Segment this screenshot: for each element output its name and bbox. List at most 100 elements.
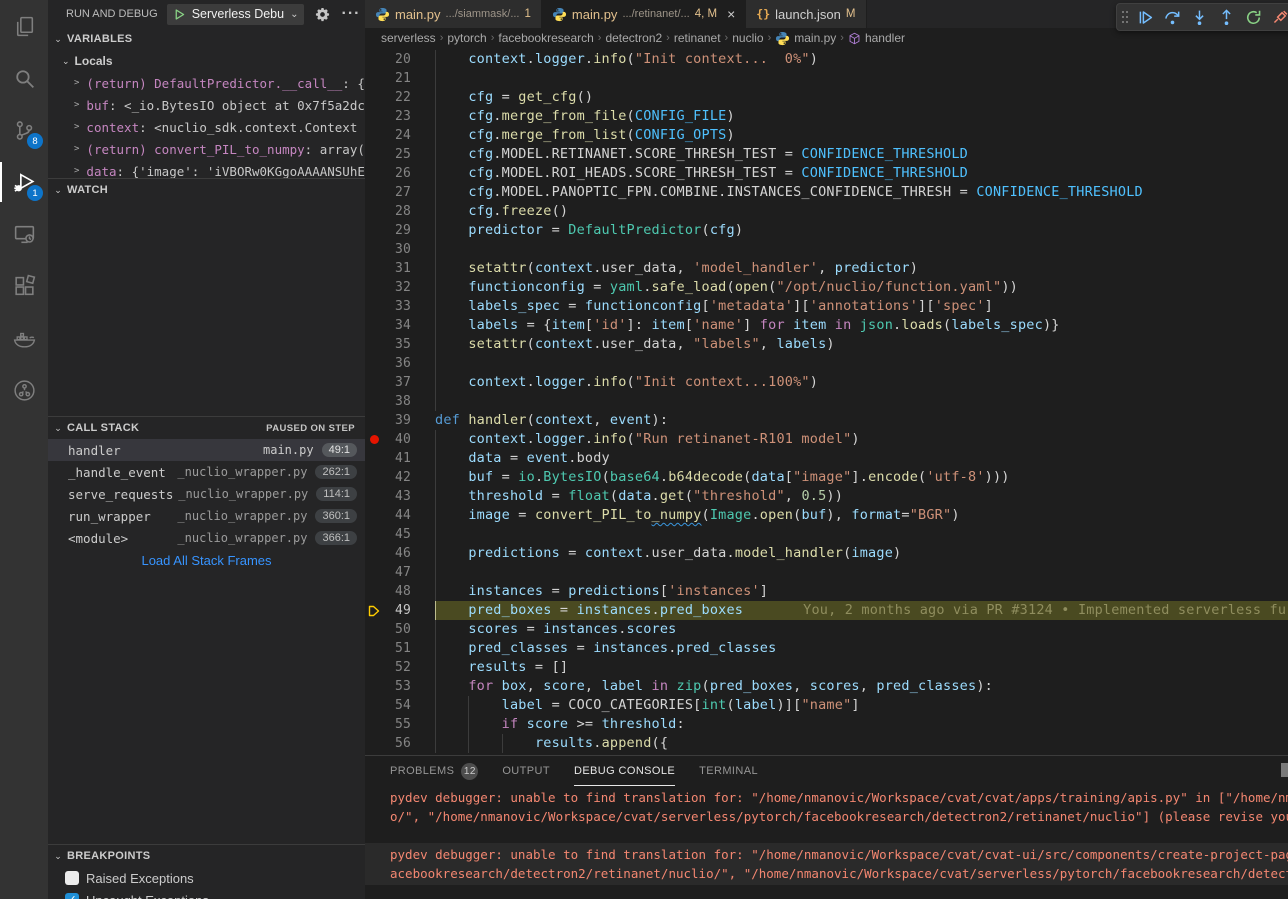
code-text[interactable] (435, 69, 1288, 88)
breakpoint-gutter[interactable] (365, 202, 385, 221)
panel-tab-debug-console[interactable]: DEBUG CONSOLE (574, 756, 675, 786)
code-text[interactable]: threshold = float(data.get("threshold", … (435, 487, 1288, 506)
checkbox[interactable]: ✓ (65, 893, 79, 899)
debug-config-dropdown[interactable]: Serverless Debu ⌄ (167, 4, 305, 25)
code-text[interactable]: pred_classes = instances.pred_classes (435, 639, 1288, 658)
breadcrumb-item[interactable]: retinanet (674, 31, 721, 45)
code-text[interactable]: data = event.body (435, 449, 1288, 468)
code-text[interactable] (435, 563, 1288, 582)
breakpoint-gutter[interactable] (365, 411, 385, 430)
breakpoint-gutter[interactable] (365, 278, 385, 297)
breakpoint-gutter[interactable] (365, 50, 385, 69)
code-text[interactable]: cfg.MODEL.PANOPTIC_FPN.COMBINE.INSTANCES… (435, 183, 1288, 202)
breadcrumb-item[interactable]: serverless (381, 31, 436, 45)
code-text[interactable]: image = convert_PIL_to_numpy(Image.open(… (435, 506, 1288, 525)
breakpoint-icon[interactable] (370, 435, 379, 444)
breakpoint-gutter[interactable] (365, 240, 385, 259)
console-message[interactable]: pydev debugger: unable to find translati… (365, 843, 1288, 885)
code-text[interactable]: if score >= threshold: (435, 715, 1288, 734)
breakpoints-pane-header[interactable]: ⌄ BREAKPOINTS (48, 845, 365, 867)
activity-item-extensions[interactable] (0, 260, 48, 312)
code-text[interactable]: cfg.MODEL.RETINANET.SCORE_THRESH_TEST = … (435, 145, 1288, 164)
code-text[interactable]: instances = predictions['instances'] (435, 582, 1288, 601)
code-text[interactable]: labels = {item['id']: item['name'] for i… (435, 316, 1288, 335)
continue-button[interactable] (1132, 5, 1159, 29)
variable-row[interactable]: > data: {'image': 'iVBORw0KGgoAAAANSUhE… (48, 160, 365, 178)
variable-row[interactable]: > buf: <_io.BytesIO object at 0x7f5a2dc1… (48, 94, 365, 116)
breakpoint-gutter[interactable] (365, 335, 385, 354)
load-all-stack-frames-link[interactable]: Load All Stack Frames (48, 549, 365, 571)
activity-item-search[interactable] (0, 52, 48, 104)
checkbox[interactable] (65, 871, 79, 885)
breadcrumb-item[interactable]: facebookresearch (498, 31, 593, 45)
code-text[interactable]: cfg.merge_from_list(CONFIG_OPTS) (435, 126, 1288, 145)
code-text[interactable]: setattr(context.user_data, 'model_handle… (435, 259, 1288, 278)
code-text[interactable]: cfg = get_cfg() (435, 88, 1288, 107)
variables-pane-header[interactable]: ⌄ VARIABLES (48, 28, 365, 50)
breakpoint-gutter[interactable] (365, 563, 385, 582)
activity-item-explorer[interactable] (0, 0, 48, 52)
variables-scope-locals[interactable]: ⌄ Locals (48, 50, 365, 72)
panel-tab-problems[interactable]: PROBLEMS 12 (390, 756, 478, 786)
console-message[interactable]: pydev debugger: unable to find translati… (365, 786, 1288, 828)
panel-tab-terminal[interactable]: TERMINAL (699, 756, 758, 786)
code-text[interactable]: context.logger.info("Init context... 0%"… (435, 50, 1288, 69)
stack-frame-row[interactable]: run_wrapper _nuclio_wrapper.py 360:1 (48, 505, 365, 527)
breakpoint-gutter[interactable] (365, 525, 385, 544)
breadcrumb-item[interactable]: detectron2 (605, 31, 662, 45)
step-out-button[interactable] (1213, 5, 1240, 29)
breakpoint-gutter[interactable] (365, 468, 385, 487)
more-actions-icon[interactable]: ··· (341, 5, 360, 23)
tab-launch.json[interactable]: {} launch.json M (746, 0, 866, 28)
start-debugging-icon[interactable] (173, 8, 186, 21)
code-text[interactable] (435, 525, 1288, 544)
code-text[interactable]: for box, score, label in zip(pred_boxes,… (435, 677, 1288, 696)
panel-tab-output[interactable]: OUTPUT (502, 756, 550, 786)
activity-item-remote-explorer[interactable] (0, 208, 48, 260)
code-text[interactable] (435, 392, 1288, 411)
stack-frame-row[interactable]: <module> _nuclio_wrapper.py 366:1 (48, 527, 365, 549)
breakpoint-gutter[interactable] (365, 506, 385, 525)
code-text[interactable]: labels_spec = functionconfig['metadata']… (435, 297, 1288, 316)
breakpoint-gutter[interactable] (365, 392, 385, 411)
breadcrumb-item[interactable]: nuclio (732, 31, 763, 45)
breakpoint-gutter[interactable] (365, 620, 385, 639)
activity-item-docker[interactable] (0, 312, 48, 364)
breakpoint-gutter[interactable] (365, 449, 385, 468)
breakpoint-gutter[interactable] (365, 126, 385, 145)
variable-row[interactable]: > (return) convert_PIL_to_numpy: array([… (48, 138, 365, 160)
code-text[interactable]: def handler(context, event): (435, 411, 1288, 430)
breakpoint-gutter[interactable] (365, 145, 385, 164)
code-text[interactable]: setattr(context.user_data, "labels", lab… (435, 335, 1288, 354)
drag-handle-icon[interactable] (1118, 5, 1132, 29)
breakpoint-gutter[interactable] (365, 354, 385, 373)
breakpoint-gutter[interactable] (365, 658, 385, 677)
breakpoint-gutter[interactable] (365, 164, 385, 183)
breakpoint-row[interactable]: ✓ Uncaught Exceptions (48, 889, 365, 899)
activity-item-run-and-debug[interactable]: 1 (0, 156, 48, 208)
variable-row[interactable]: > (return) DefaultPredictor.__call__: {'… (48, 72, 365, 94)
breakpoint-gutter[interactable] (365, 582, 385, 601)
code-text[interactable]: functionconfig = yaml.safe_load(open("/o… (435, 278, 1288, 297)
breakpoint-gutter[interactable] (365, 373, 385, 392)
breakpoint-gutter[interactable] (365, 221, 385, 240)
breakpoint-gutter[interactable] (365, 183, 385, 202)
breakpoint-gutter[interactable] (365, 696, 385, 715)
breakpoint-gutter[interactable] (365, 639, 385, 658)
gear-icon[interactable] (315, 7, 330, 22)
breakpoint-gutter[interactable] (365, 715, 385, 734)
breakpoint-gutter[interactable] (365, 544, 385, 563)
breadcrumb-item[interactable]: pytorch (447, 31, 486, 45)
breakpoint-gutter[interactable] (365, 601, 385, 620)
code-text[interactable]: context.logger.info("Run retinanet-R101 … (435, 430, 1288, 449)
code-text[interactable] (435, 354, 1288, 373)
activity-item-git-graph[interactable] (0, 364, 48, 416)
code-text[interactable]: buf = io.BytesIO(base64.b64decode(data["… (435, 468, 1288, 487)
code-text[interactable]: predictor = DefaultPredictor(cfg) (435, 221, 1288, 240)
variable-row[interactable]: > context: <nuclio_sdk.context.Context o… (48, 116, 365, 138)
step-into-button[interactable] (1186, 5, 1213, 29)
tab-main.py[interactable]: main.py .../retinanet/... 4, M × (542, 0, 746, 28)
code-text[interactable]: results.append({ (435, 734, 1288, 753)
code-editor[interactable]: 20 context.logger.info("Init context... … (365, 48, 1288, 757)
breakpoint-gutter[interactable] (365, 88, 385, 107)
